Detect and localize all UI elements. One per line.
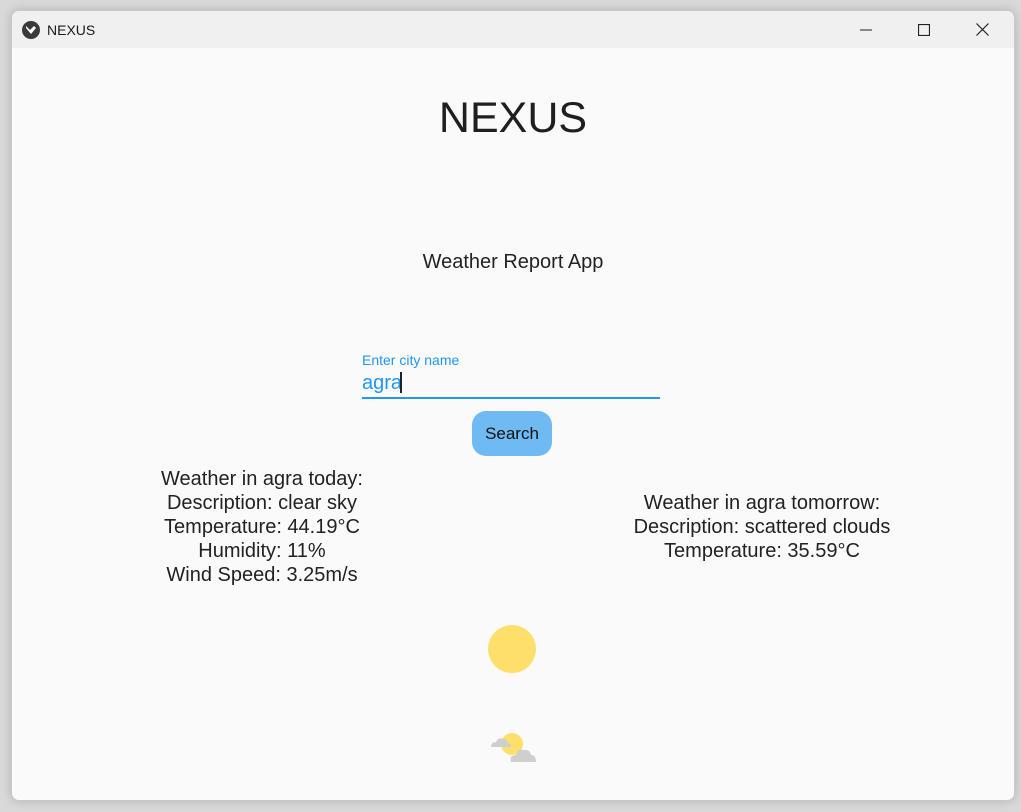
app-subtitle: Weather Report App xyxy=(422,251,604,273)
tomorrow-title: Weather in agra tomorrow: xyxy=(643,492,881,514)
city-field-label: Enter city name xyxy=(362,352,460,368)
sun-icon xyxy=(488,625,536,673)
today-humidity: Humidity: 11% xyxy=(198,540,326,562)
app-heading: NEXUS xyxy=(438,94,588,142)
maximize-button[interactable] xyxy=(895,11,953,48)
app-content: NEXUS Weather Report App Enter city name… xyxy=(12,48,1014,800)
today-temperature: Temperature: 44.19°C xyxy=(164,516,360,538)
maximize-icon xyxy=(918,23,930,36)
today-description: Description: clear sky xyxy=(166,492,358,514)
minimize-icon xyxy=(860,29,872,30)
title-bar[interactable]: NEXUS xyxy=(12,11,1014,48)
close-button[interactable] xyxy=(953,11,1011,48)
kivy-logo-icon xyxy=(22,21,40,39)
minimize-button[interactable] xyxy=(837,11,895,48)
city-field[interactable]: Enter city name xyxy=(362,352,662,402)
close-icon xyxy=(975,23,989,36)
sun-behind-cloud-icon xyxy=(491,733,536,762)
city-input[interactable] xyxy=(362,369,660,399)
tomorrow-description: Description: scattered clouds xyxy=(633,516,891,538)
today-title: Weather in agra today: xyxy=(161,468,363,490)
tomorrow-weather-report: Weather in agra tomorrow: Description: s… xyxy=(612,491,912,563)
today-wind-speed: Wind Speed: 3.25m/s xyxy=(166,564,358,586)
text-caret xyxy=(400,372,402,393)
today-weather-report: Weather in agra today: Description: clea… xyxy=(142,467,382,587)
app-window: NEXUS NEXUS Weather Report App Enter cit… xyxy=(11,10,1015,801)
window-title: NEXUS xyxy=(47,22,96,38)
tomorrow-temperature: Temperature: 35.59°C xyxy=(664,540,860,562)
search-button[interactable]: Search xyxy=(472,411,552,456)
